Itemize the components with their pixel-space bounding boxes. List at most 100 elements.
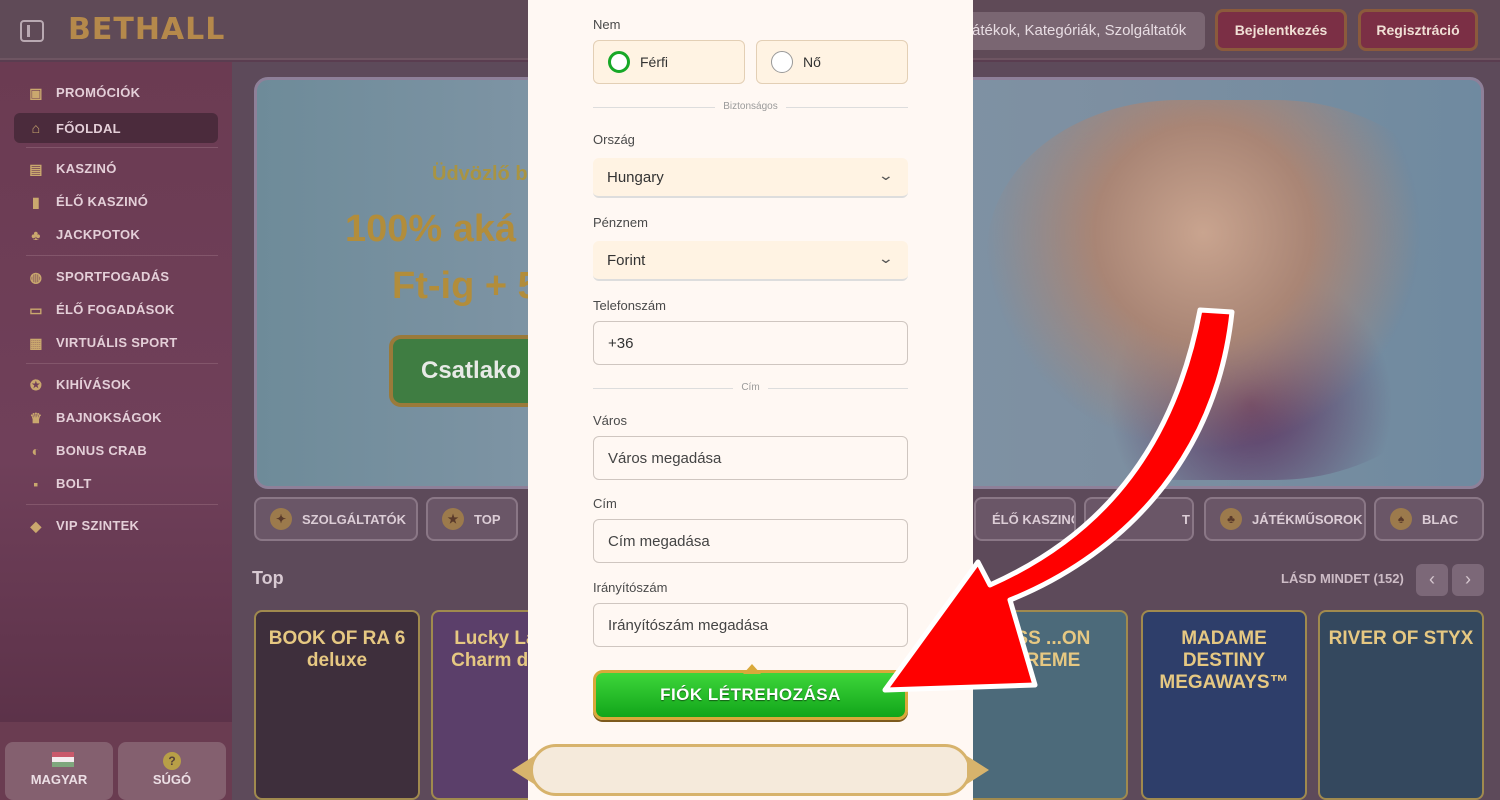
banner-bonus-text: 100% aká	[345, 208, 517, 250]
help-label: SÚGÓ	[152, 772, 192, 787]
gift-icon: ▣	[29, 84, 43, 101]
category-label: T	[1182, 511, 1190, 527]
sidebar-item-live-casino[interactable]: ▮ ÉLŐ KASZINÓ	[14, 185, 218, 218]
crown-ornament-icon	[743, 664, 761, 674]
country-label: Ország	[593, 132, 635, 147]
zip-label: Irányítószám	[593, 580, 668, 595]
address-input[interactable]	[593, 519, 908, 563]
register-button[interactable]: Regisztráció	[1358, 9, 1478, 51]
language-button[interactable]: MAGYAR	[5, 742, 113, 800]
brand-logo[interactable]: BETHALL	[68, 12, 225, 47]
currency-select[interactable]: Forint ⌄	[593, 241, 908, 281]
banner-join-button[interactable]: Csatlako	[389, 335, 549, 407]
carousel-next-button[interactable]: ›	[1452, 564, 1484, 596]
category-chip-partial[interactable]: T	[1084, 497, 1194, 541]
country-value: Hungary	[607, 169, 664, 186]
create-account-label: FIÓK LÉTREHOZÁSA	[660, 685, 841, 704]
crab-icon: ◐	[31, 442, 41, 459]
diamond-icon: ◆	[30, 517, 42, 534]
sidebar-item-label: ÉLŐ KASZINÓ	[56, 194, 149, 209]
see-all-link[interactable]: LÁSD MINDET (152)	[1281, 571, 1404, 586]
sidebar-item-bonus-crab[interactable]: ◐ BONUS CRAB	[14, 434, 218, 467]
gender-option-label: Férfi	[640, 54, 668, 70]
divider-security: Biztonságos	[528, 101, 973, 112]
category-label: ÉLŐ KASZINÓ	[992, 511, 1076, 527]
currency-label: Pénznem	[593, 215, 648, 230]
home-icon: ⌂	[31, 120, 41, 136]
city-input[interactable]	[593, 436, 908, 480]
sidebar-item-casino[interactable]: ▤ KASZINÓ	[14, 152, 218, 185]
card-icon: ▮	[31, 193, 40, 210]
sidebar-item-home[interactable]: ⌂ FŐOLDAL	[14, 113, 218, 143]
sidebar-item-label: KASZINÓ	[56, 161, 117, 176]
sidebar-item-label: FŐOLDAL	[56, 120, 121, 136]
category-chip-top[interactable]: ★ TOP	[426, 497, 518, 541]
sidebar-item-promotions[interactable]: ▣ PROMÓCIÓK	[14, 76, 218, 109]
game-tile[interactable]: RIVER OF STYX	[1318, 610, 1484, 800]
sidebar-divider	[26, 504, 218, 505]
question-icon: ?	[163, 752, 181, 770]
category-label: TOP	[474, 511, 501, 527]
registration-form: Nem Férfi Nő Biztonságos Ország Hungary …	[512, 0, 973, 800]
category-chip-live-casino[interactable]: ÉLŐ KASZINÓ	[974, 497, 1076, 541]
banner-welcome-text: Üdvözlő b	[432, 163, 528, 185]
zip-input[interactable]	[593, 603, 908, 647]
live-icon: ▭	[29, 301, 43, 318]
sidebar-item-label: PROMÓCIÓK	[56, 85, 141, 100]
sidebar-item-label: JACKPOTOK	[56, 227, 141, 242]
sidebar-item-tournaments[interactable]: ♛ BAJNOKSÁGOK	[14, 401, 218, 434]
category-chip-gameshows[interactable]: ♣ JÁTÉKMŰSOROK	[1204, 497, 1366, 541]
sidebar-divider	[26, 147, 218, 148]
gender-option-label: Nő	[803, 54, 821, 70]
sidebar-item-label: BONUS CRAB	[56, 443, 148, 458]
sidebar-item-label: ÉLŐ FOGADÁSOK	[56, 302, 175, 317]
zeus-illustration	[987, 100, 1467, 480]
sidebar-item-label: VIRTUÁLIS SPORT	[56, 335, 178, 350]
sidebar-item-virtual-sports[interactable]: ▦ VIRTUÁLIS SPORT	[14, 326, 218, 359]
radio-unchecked-icon	[771, 51, 793, 73]
login-button[interactable]: Bejelentkezés	[1215, 9, 1347, 51]
sidebar-item-sports[interactable]: ◍ SPORTFOGADÁS	[14, 260, 218, 293]
gameshow-icon: ♣	[1220, 508, 1242, 530]
sidebar: ▣ PROMÓCIÓK ⌂ FŐOLDAL ▤ KASZINÓ ▮ ÉLŐ KASZIN…	[0, 62, 232, 800]
help-button[interactable]: ? SÚGÓ	[118, 742, 226, 800]
address-label: Cím	[593, 496, 617, 511]
sidebar-divider	[26, 255, 218, 256]
sidebar-item-challenges[interactable]: ✪ KIHÍVÁSOK	[14, 368, 218, 401]
trophy-icon: ♛	[29, 409, 43, 426]
hungary-flag-icon	[52, 752, 74, 767]
chevron-down-icon: ⌄	[877, 250, 895, 266]
slot-icon: ▤	[29, 160, 43, 177]
gender-label: Nem	[593, 17, 621, 32]
virtual-icon: ▦	[29, 334, 43, 351]
search-input[interactable]: átékok, Kategóriák, Szolgáltatók	[960, 12, 1205, 50]
gender-option-male[interactable]: Férfi	[593, 40, 745, 84]
sidebar-item-label: KIHÍVÁSOK	[56, 377, 131, 392]
game-tile[interactable]: MADAME DESTINY MEGAWAYS™	[1141, 610, 1307, 800]
sidebar-item-label: VIP SZINTEK	[56, 518, 140, 533]
sidebar-item-live-bets[interactable]: ▭ ÉLŐ FOGADÁSOK	[14, 293, 218, 326]
phone-input[interactable]	[593, 321, 908, 365]
game-tile[interactable]: BOOK OF RA 6 deluxe	[254, 610, 420, 800]
medal-icon: ✪	[29, 376, 43, 393]
sidebar-item-vip[interactable]: ◆ VIP SZINTEK	[14, 509, 218, 542]
scroll-ornament	[512, 738, 989, 800]
create-account-button[interactable]: FIÓK LÉTREHOZÁSA	[593, 664, 908, 720]
category-chip-providers[interactable]: ✦ SZOLGÁLTATÓK	[254, 497, 418, 541]
sidebar-item-jackpots[interactable]: ♣ JACKPOTOK	[14, 218, 218, 251]
sidebar-item-shop[interactable]: ▪ BOLT	[14, 467, 218, 500]
bag-icon: ▪	[33, 475, 39, 492]
carousel-prev-button[interactable]: ‹	[1416, 564, 1448, 596]
category-chip-blackjack[interactable]: ♠ BLAC	[1374, 497, 1484, 541]
clover-icon: ♣	[31, 226, 41, 243]
country-select[interactable]: Hungary ⌄	[593, 158, 908, 198]
category-label: JÁTÉKMŰSOROK	[1252, 511, 1363, 527]
language-label: MAGYAR	[30, 772, 88, 787]
ball-icon: ◍	[29, 268, 43, 285]
gender-option-female[interactable]: Nő	[756, 40, 908, 84]
scroll-roll	[530, 744, 971, 796]
sidebar-toggle-icon[interactable]	[20, 20, 44, 42]
currency-value: Forint	[607, 252, 646, 269]
section-title: Top	[252, 568, 284, 588]
category-label: BLAC	[1422, 511, 1459, 527]
